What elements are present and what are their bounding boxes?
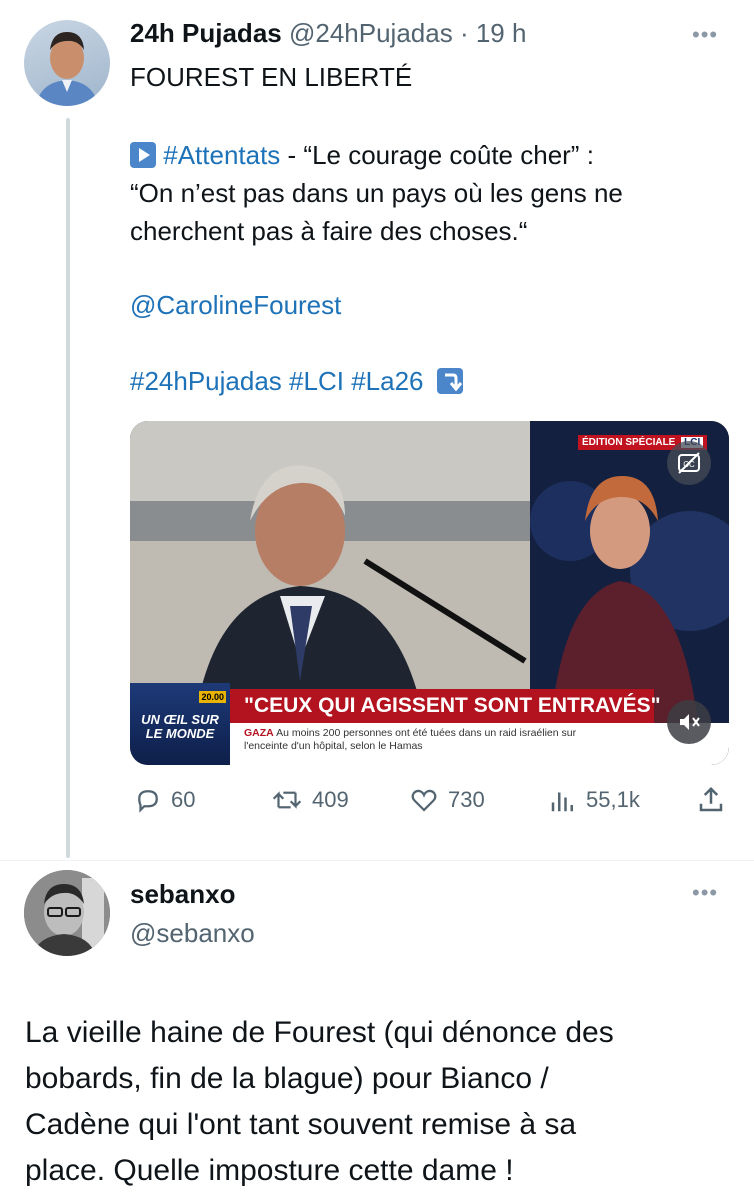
play-button-emoji-icon — [130, 142, 156, 168]
mention-link[interactable]: @CarolineFourest — [130, 290, 341, 321]
hashtag-link[interactable]: #LCI — [289, 366, 344, 396]
reply-button[interactable]: 60 — [133, 785, 195, 815]
hashtag-link[interactable]: #La26 — [351, 366, 423, 396]
like-count: 730 — [448, 787, 485, 812]
arrow-down-emoji-icon — [436, 368, 463, 394]
divider — [0, 860, 754, 861]
tweet-body: La vieille haine de Fourest (qui dénonce… — [25, 1016, 614, 1187]
ticker-line2: l'enceinte d'un hôpital, selon le Hamas — [244, 740, 423, 752]
share-button[interactable] — [696, 785, 726, 815]
hashtag-link[interactable]: #Attentats — [163, 140, 280, 170]
author-name[interactable]: 24h Pujadas — [130, 18, 282, 48]
like-button[interactable]: 730 — [408, 785, 485, 815]
thread-connector — [66, 118, 70, 858]
more-options-icon[interactable]: ••• — [692, 880, 718, 906]
avatar[interactable] — [24, 870, 110, 956]
banner-title: "CEUX QUI AGISSENT SONT ENTRAVÉS" — [230, 689, 661, 723]
video-player[interactable]: ÉDITION SPÉCIALE LCI CC 20.00 UN ŒIL SUR… — [130, 421, 729, 765]
author-name[interactable]: sebanxo — [130, 879, 236, 910]
views-count: 55,1k — [586, 787, 640, 812]
views-button[interactable]: 55,1k — [548, 785, 640, 815]
show-time-badge: 20.00 — [199, 691, 226, 703]
author-handle[interactable]: @24hPujadas — [289, 18, 453, 48]
mute-icon[interactable] — [667, 700, 711, 744]
share-icon — [699, 786, 723, 812]
tweet-body: #Attentats - “Le courage coûte cher” : “… — [130, 140, 623, 246]
views-chart-icon — [551, 792, 573, 812]
reply-count: 60 — [171, 787, 196, 812]
edition-label: ÉDITION SPÉCIALE — [582, 437, 676, 448]
tweet-time[interactable]: · 19 h — [460, 18, 527, 48]
ticker-label: GAZA — [244, 727, 274, 739]
retweet-button[interactable]: 409 — [270, 785, 349, 815]
tweet-headline: FOUREST EN LIBERTÉ — [130, 62, 413, 92]
reply-icon — [138, 790, 158, 813]
retweet-count: 409 — [312, 787, 349, 812]
heart-icon — [411, 789, 437, 812]
show-name: UN ŒIL SUR LE MONDE — [141, 712, 219, 741]
more-options-icon[interactable]: ••• — [692, 22, 718, 48]
author-handle[interactable]: @sebanxo — [130, 918, 255, 949]
avatar[interactable] — [24, 20, 110, 106]
closed-captions-icon[interactable]: CC — [667, 441, 711, 485]
retweet-icon — [272, 791, 302, 809]
ticker-line1: Au moins 200 personnes ont été tuées dan… — [276, 727, 577, 739]
hashtag-link[interactable]: #24hPujadas — [130, 366, 282, 396]
